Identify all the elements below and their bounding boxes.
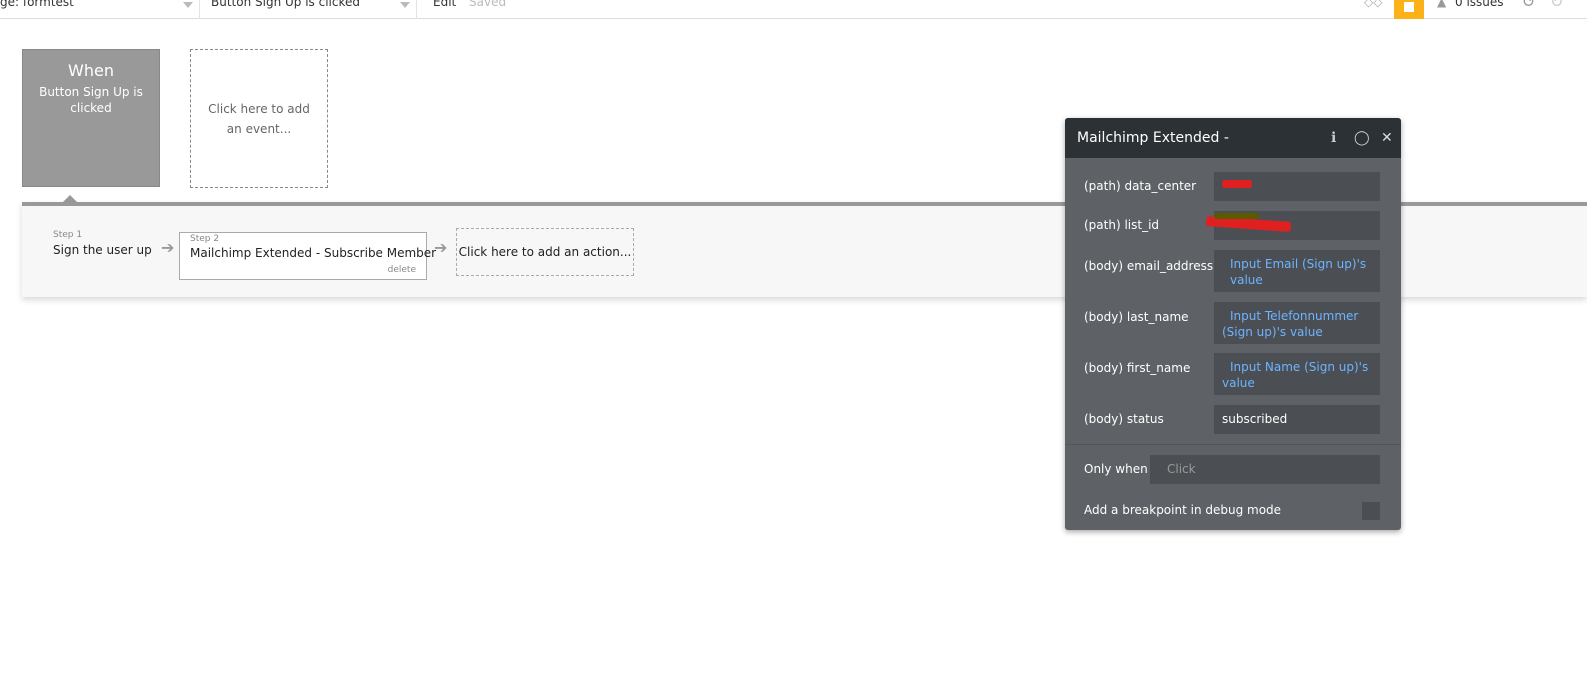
first-name-input[interactable]: Input Name (Sign up)'s value	[1214, 353, 1380, 395]
field-value: Input Email (Sign up)'s value	[1230, 257, 1367, 287]
add-action-button[interactable]: Click here to add an action...	[456, 228, 634, 276]
comment-icon[interactable]: ◯	[1354, 130, 1370, 146]
saved-status: Saved	[469, 0, 507, 9]
field-label: (body) first_name	[1084, 361, 1191, 375]
add-action-label: Click here to add an action...	[458, 245, 632, 259]
event-select[interactable]: Button Sign Up is clicked	[201, 0, 417, 19]
field-label: (body) last_name	[1084, 310, 1189, 324]
panel-title: Mailchimp Extended - Subscribe Member	[1077, 130, 1233, 146]
add-event-button[interactable]: Click here to add an event...	[190, 49, 328, 188]
redaction-mark	[1214, 213, 1259, 219]
divider	[1065, 444, 1401, 445]
step-2[interactable]: Step 2 Mailchimp Extended - Subscribe Me…	[179, 232, 436, 280]
undo-icon[interactable]: ↺	[1522, 0, 1535, 11]
field-value: Input Name (Sign up)'s value	[1222, 360, 1369, 390]
list-id-input[interactable]	[1205, 211, 1380, 240]
warning-icon: ▲	[1437, 0, 1447, 9]
arrow-right-icon: ➔	[161, 238, 175, 257]
step-title: Sign the user up	[53, 243, 152, 257]
event-card[interactable]: When Button Sign Up is clicked	[22, 49, 160, 187]
add-event-label: Click here to add an event...	[208, 101, 310, 136]
field-label: (path) list_id	[1084, 218, 1160, 232]
issues-count[interactable]: 0 issues	[1455, 0, 1504, 9]
field-label: (path) data_center	[1084, 179, 1197, 193]
status-input[interactable]: subscribed	[1214, 405, 1380, 434]
when-label: When	[68, 61, 114, 80]
delete-step-link[interactable]: delete	[388, 265, 416, 275]
redaction-mark	[1222, 180, 1252, 188]
close-icon[interactable]: ✕	[1381, 130, 1393, 146]
step-title: Mailchimp Extended - Subscribe Member	[190, 246, 437, 260]
only-when-placeholder: Click	[1167, 462, 1196, 476]
field-label: (body) email_address	[1084, 259, 1214, 273]
email-address-input[interactable]: Input Email (Sign up)'s value	[1214, 250, 1380, 292]
last-name-input[interactable]: Input Telefonnummer (Sign up)'s value	[1214, 302, 1380, 344]
chevron-down-icon	[400, 2, 410, 8]
info-icon[interactable]: ℹ	[1331, 130, 1336, 146]
top-toolbar: ge: formtest Button Sign Up is clicked E…	[0, 0, 1587, 19]
edit-menu[interactable]: Edit	[433, 0, 456, 9]
redo-icon[interactable]: ↻	[1550, 0, 1563, 11]
page-select[interactable]: ge: formtest	[0, 0, 200, 19]
arrow-right-icon: ➔	[434, 238, 448, 257]
field-value: subscribed	[1222, 412, 1288, 426]
field-label: (body) status	[1084, 412, 1164, 426]
event-trigger: Button Sign Up is clicked	[39, 85, 143, 115]
action-properties-panel: Mailchimp Extended - Subscribe Member ℹ …	[1065, 118, 1401, 530]
data-center-input[interactable]	[1214, 172, 1380, 201]
only-when-input[interactable]: Click	[1150, 455, 1380, 484]
only-when-label: Only when	[1084, 462, 1148, 476]
panel-header[interactable]: Mailchimp Extended - Subscribe Member ℹ …	[1065, 118, 1401, 158]
upgrade-button[interactable]	[1394, 0, 1424, 19]
step-number: Step 1	[53, 230, 83, 240]
field-value: Input Telefonnummer (Sign up)'s value	[1222, 309, 1359, 339]
breakpoint-checkbox[interactable]	[1362, 502, 1380, 520]
chevron-down-icon	[183, 2, 193, 8]
event-select-value: Button Sign Up is clicked	[211, 0, 360, 9]
breakpoint-label: Add a breakpoint in debug mode	[1084, 503, 1282, 517]
tags-icon[interactable]: ◇◇	[1364, 0, 1382, 9]
gift-icon	[1404, 2, 1414, 12]
page-select-value: ge: formtest	[0, 0, 74, 9]
step-number: Step 2	[190, 234, 220, 244]
